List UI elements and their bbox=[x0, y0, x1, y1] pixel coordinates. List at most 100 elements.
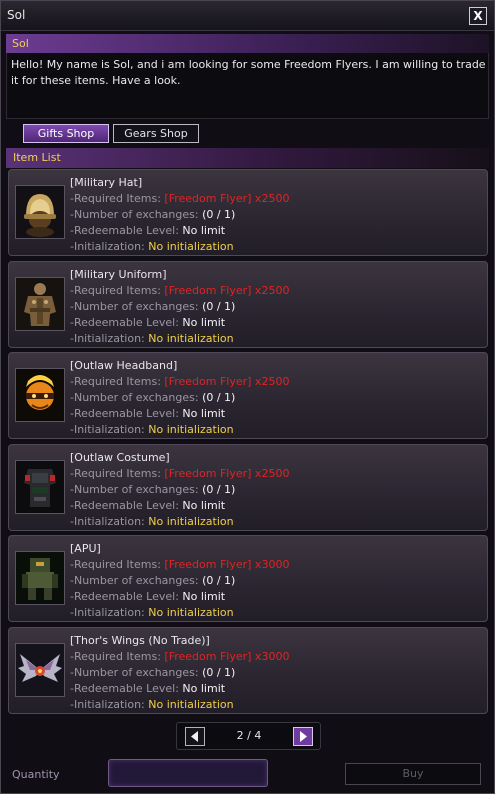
required-items-value: [Freedom Flyer] x2500 bbox=[164, 284, 290, 297]
list-item[interactable]: [Outlaw Headband] -Required Items: [Free… bbox=[8, 352, 488, 439]
quantity-label: Quantity bbox=[12, 768, 60, 781]
initialization-row: -Initialization: No initialization bbox=[70, 423, 234, 436]
item-name: [Outlaw Headband] bbox=[70, 359, 178, 372]
exchanges-value: (0 / 1) bbox=[202, 208, 236, 221]
required-items-value: [Freedom Flyer] x3000 bbox=[164, 558, 290, 571]
level-value: No limit bbox=[182, 224, 226, 237]
level-label: -Redeemable Level: bbox=[70, 224, 179, 237]
list-item[interactable]: [Military Hat] -Required Items: [Freedom… bbox=[8, 169, 488, 256]
required-items-row: -Required Items: [Freedom Flyer] x2500 bbox=[70, 284, 289, 297]
level-row: -Redeemable Level: No limit bbox=[70, 407, 225, 420]
exchanges-value: (0 / 1) bbox=[202, 666, 236, 679]
required-items-label: -Required Items: bbox=[70, 558, 161, 571]
item-icon-slot bbox=[15, 277, 65, 331]
thors-wings-icon bbox=[16, 644, 64, 696]
item-icon-slot bbox=[15, 460, 65, 514]
title-bar[interactable]: Sol X bbox=[1, 1, 494, 31]
level-value: No limit bbox=[182, 590, 226, 603]
list-item[interactable]: [Thor's Wings (No Trade)] -Required Item… bbox=[8, 627, 488, 714]
military-hat-icon bbox=[16, 186, 64, 238]
npc-dialog: Hello! My name is Sol, and i am looking … bbox=[6, 53, 489, 119]
buy-button[interactable]: Buy bbox=[345, 763, 481, 785]
exchanges-label: -Number of exchanges: bbox=[70, 574, 199, 587]
arrow-left-icon bbox=[191, 731, 198, 742]
list-item[interactable]: [Outlaw Costume] -Required Items: [Freed… bbox=[8, 444, 488, 531]
npc-shop-window: Sol X Sol Hello! My name is Sol, and i a… bbox=[0, 0, 495, 794]
exchanges-row: -Number of exchanges: (0 / 1) bbox=[70, 391, 235, 404]
level-row: -Redeemable Level: No limit bbox=[70, 590, 225, 603]
required-items-value: [Freedom Flyer] x2500 bbox=[164, 192, 290, 205]
exchanges-label: -Number of exchanges: bbox=[70, 391, 199, 404]
initialization-label: -Initialization: bbox=[70, 606, 145, 619]
exchanges-row: -Number of exchanges: (0 / 1) bbox=[70, 208, 235, 221]
initialization-value: No initialization bbox=[148, 515, 234, 528]
npc-name-header: Sol bbox=[6, 34, 489, 53]
required-items-label: -Required Items: bbox=[70, 192, 161, 205]
pagination: 2 / 4 bbox=[176, 722, 321, 750]
item-list: [Military Hat] -Required Items: [Freedom… bbox=[8, 169, 488, 719]
exchanges-row: -Number of exchanges: (0 / 1) bbox=[70, 666, 235, 679]
initialization-value: No initialization bbox=[148, 423, 234, 436]
level-label: -Redeemable Level: bbox=[70, 407, 179, 420]
required-items-label: -Required Items: bbox=[70, 467, 161, 480]
level-label: -Redeemable Level: bbox=[70, 499, 179, 512]
initialization-row: -Initialization: No initialization bbox=[70, 240, 234, 253]
list-item[interactable]: [Military Uniform] -Required Items: [Fre… bbox=[8, 261, 488, 348]
required-items-value: [Freedom Flyer] x2500 bbox=[164, 375, 290, 388]
outlaw-costume-icon bbox=[16, 461, 64, 513]
exchanges-label: -Number of exchanges: bbox=[70, 666, 199, 679]
initialization-label: -Initialization: bbox=[70, 515, 145, 528]
item-list-title: Item List bbox=[13, 151, 61, 164]
tab-gears-shop[interactable]: Gears Shop bbox=[113, 124, 199, 143]
exchanges-label: -Number of exchanges: bbox=[70, 483, 199, 496]
window-title: Sol bbox=[7, 8, 26, 22]
level-value: No limit bbox=[182, 682, 226, 695]
initialization-label: -Initialization: bbox=[70, 698, 145, 711]
item-name: [Thor's Wings (No Trade)] bbox=[70, 634, 210, 647]
required-items-value: [Freedom Flyer] x3000 bbox=[164, 650, 290, 663]
required-items-row: -Required Items: [Freedom Flyer] x3000 bbox=[70, 558, 289, 571]
exchanges-value: (0 / 1) bbox=[202, 574, 236, 587]
prev-page-button[interactable] bbox=[185, 727, 205, 746]
tab-gifts-shop[interactable]: Gifts Shop bbox=[23, 124, 109, 143]
required-items-value: [Freedom Flyer] x2500 bbox=[164, 467, 290, 480]
quantity-input[interactable] bbox=[108, 759, 268, 787]
arrow-right-icon bbox=[300, 731, 307, 742]
required-items-row: -Required Items: [Freedom Flyer] x2500 bbox=[70, 467, 289, 480]
outlaw-headband-icon bbox=[16, 369, 64, 421]
item-name: [APU] bbox=[70, 542, 101, 555]
required-items-label: -Required Items: bbox=[70, 650, 161, 663]
exchanges-value: (0 / 1) bbox=[202, 391, 236, 404]
level-value: No limit bbox=[182, 407, 226, 420]
initialization-row: -Initialization: No initialization bbox=[70, 515, 234, 528]
npc-message: Hello! My name is Sol, and i am looking … bbox=[11, 58, 486, 87]
initialization-row: -Initialization: No initialization bbox=[70, 606, 234, 619]
list-item[interactable]: [APU] -Required Items: [Freedom Flyer] x… bbox=[8, 535, 488, 622]
initialization-label: -Initialization: bbox=[70, 423, 145, 436]
level-label: -Redeemable Level: bbox=[70, 316, 179, 329]
page-indicator: 2 / 4 bbox=[236, 729, 262, 742]
level-value: No limit bbox=[182, 316, 226, 329]
exchanges-row: -Number of exchanges: (0 / 1) bbox=[70, 483, 235, 496]
initialization-value: No initialization bbox=[148, 332, 234, 345]
level-row: -Redeemable Level: No limit bbox=[70, 224, 225, 237]
exchanges-value: (0 / 1) bbox=[202, 483, 236, 496]
exchanges-row: -Number of exchanges: (0 / 1) bbox=[70, 300, 235, 313]
exchanges-value: (0 / 1) bbox=[202, 300, 236, 313]
initialization-label: -Initialization: bbox=[70, 332, 145, 345]
item-icon-slot bbox=[15, 368, 65, 422]
military-uniform-icon bbox=[16, 278, 64, 330]
level-row: -Redeemable Level: No limit bbox=[70, 499, 225, 512]
close-icon: X bbox=[473, 9, 483, 23]
initialization-row: -Initialization: No initialization bbox=[70, 332, 234, 345]
required-items-label: -Required Items: bbox=[70, 375, 161, 388]
item-name: [Military Uniform] bbox=[70, 268, 167, 281]
next-page-button[interactable] bbox=[293, 727, 313, 746]
close-button[interactable]: X bbox=[469, 7, 487, 25]
level-label: -Redeemable Level: bbox=[70, 590, 179, 603]
initialization-row: -Initialization: No initialization bbox=[70, 698, 234, 711]
initialization-value: No initialization bbox=[148, 606, 234, 619]
level-row: -Redeemable Level: No limit bbox=[70, 316, 225, 329]
level-label: -Redeemable Level: bbox=[70, 682, 179, 695]
item-icon-slot bbox=[15, 551, 65, 605]
